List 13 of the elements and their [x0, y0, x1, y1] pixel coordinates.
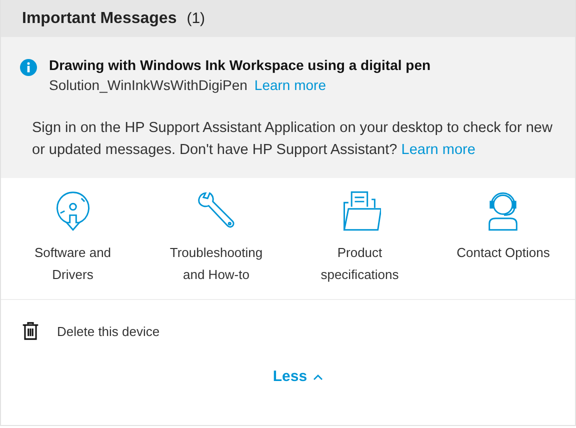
tile-label[interactable]: Software and Drivers — [16, 242, 129, 286]
delete-device-link[interactable]: Delete this device — [57, 324, 160, 338]
sign-in-notice: Sign in on the HP Support Assistant Application on your desktop to check for new or updated messages. Don't have HP Support Assistant? Learn more — [32, 119, 554, 160]
caret-icon — [313, 374, 324, 380]
message-title: Drawing with Windows Ink Workspace using a digital pen — [49, 57, 431, 73]
tile-label[interactable]: Product specifications — [304, 242, 416, 286]
info-icon — [20, 59, 37, 76]
tile-label[interactable]: Contact Options — [456, 242, 550, 264]
solution-id: Solution_WinInkWsWithDigiPen — [49, 77, 248, 93]
message-count: (1) — [186, 10, 206, 27]
section-title: Important Messages — [22, 10, 177, 28]
tile-label[interactable]: Troubleshooting and How-to — [160, 242, 272, 286]
trash-icon[interactable] — [22, 321, 39, 341]
